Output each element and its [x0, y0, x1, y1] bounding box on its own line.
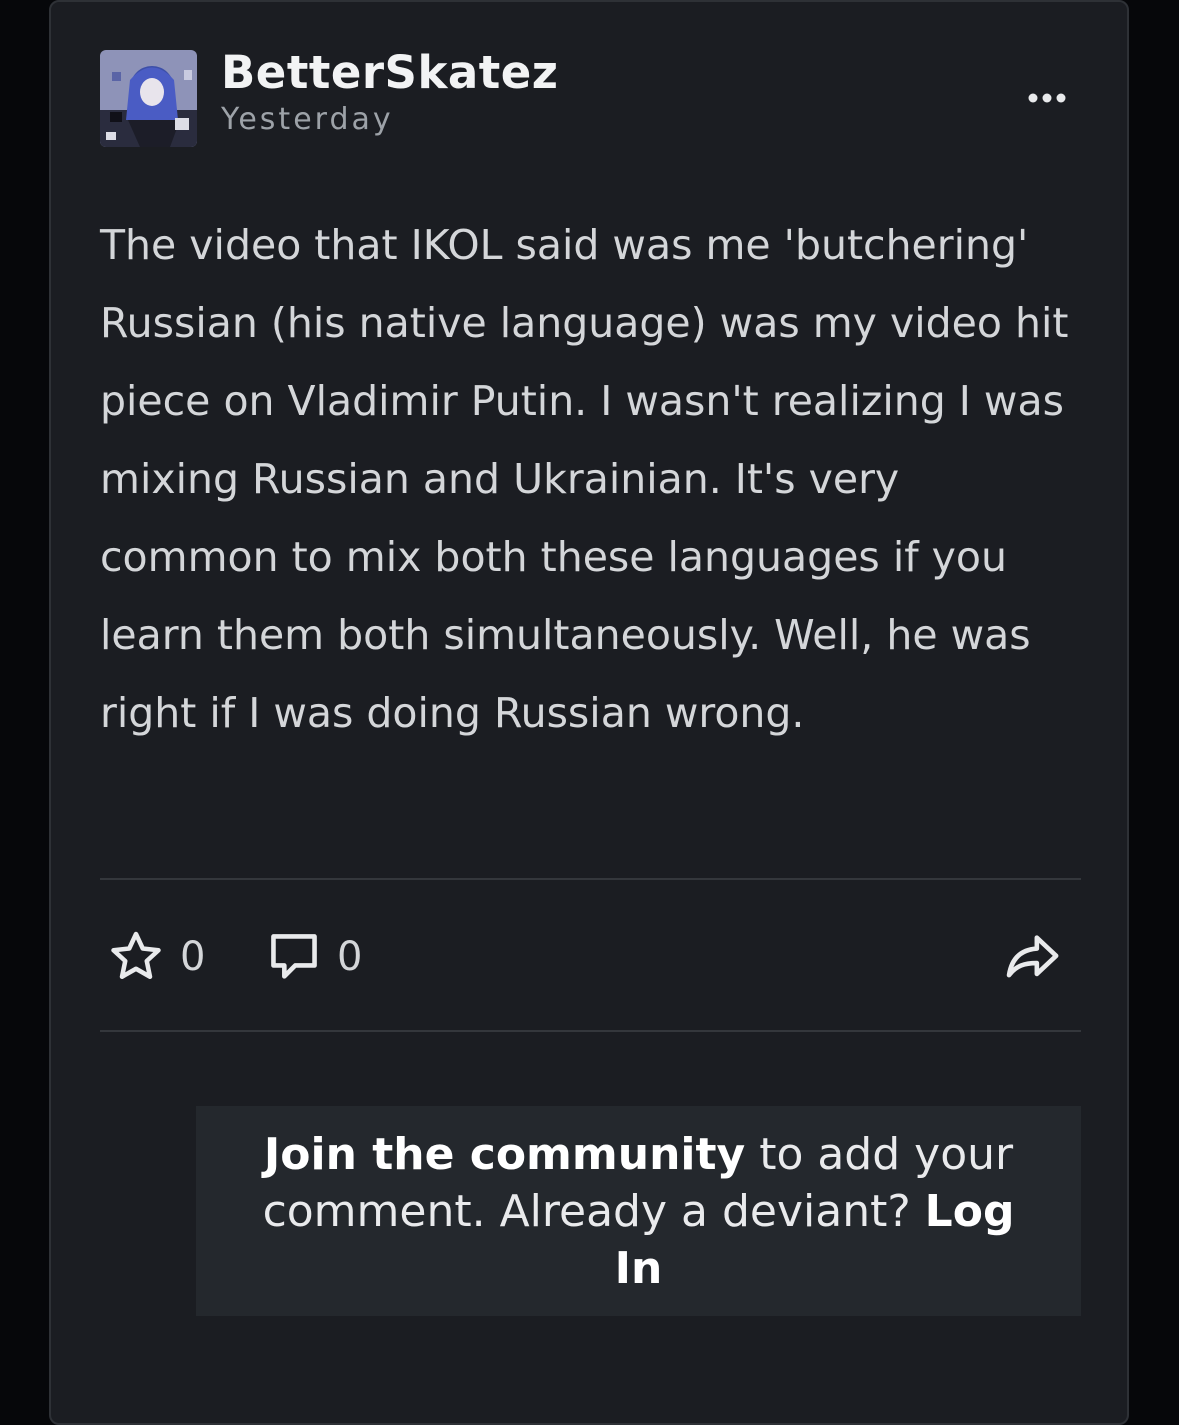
join-prompt: Join the community to add your comment. … — [196, 1106, 1081, 1316]
favourite-count: 0 — [180, 934, 206, 980]
share-button[interactable] — [1003, 924, 1061, 990]
share-arrow-icon — [1006, 935, 1059, 978]
favourite-button[interactable]: 0 — [106, 924, 205, 990]
comment-card: BetterSkatez Yesterday The video that IK… — [49, 0, 1129, 1425]
more-options-icon[interactable] — [1023, 82, 1073, 112]
comment-bubble-icon — [271, 934, 317, 979]
avatar-image — [100, 50, 197, 147]
comment-button[interactable]: 0 — [265, 924, 362, 990]
user-avatar[interactable] — [100, 50, 197, 147]
username[interactable]: BetterSkatez — [221, 46, 558, 99]
join-community-link[interactable]: Join the community — [264, 1129, 745, 1180]
comment-count: 0 — [337, 934, 363, 980]
post-timestamp: Yesterday — [221, 102, 394, 137]
comment-body: The video that IKOL said was me 'butcher… — [100, 221, 1069, 737]
star-icon — [111, 931, 161, 979]
divider-bottom — [100, 1030, 1081, 1032]
divider-top — [100, 878, 1081, 880]
